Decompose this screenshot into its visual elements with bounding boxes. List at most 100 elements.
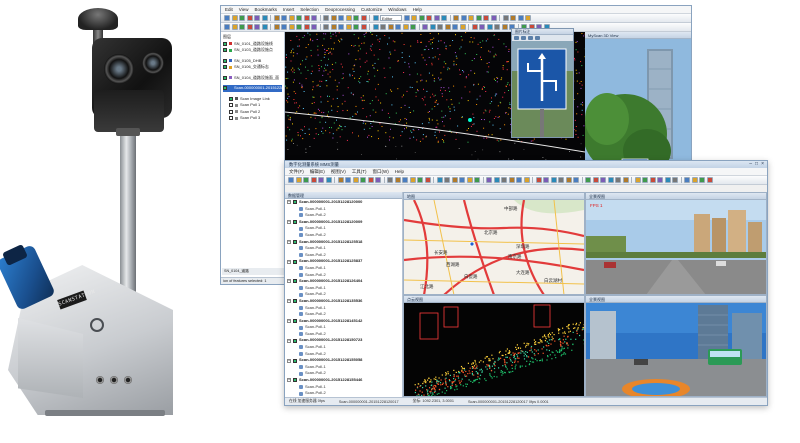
toolbar-button-icon[interactable] — [649, 177, 656, 183]
menu-item[interactable]: 编辑(E) — [310, 169, 325, 175]
sign-annotation-popup[interactable]: 图片标注 — [511, 28, 574, 138]
collapse-icon[interactable]: − — [287, 299, 291, 304]
tree-child[interactable]: Scan-Poll-2 — [285, 291, 402, 298]
toolbar-button-icon[interactable] — [459, 24, 466, 30]
toolbar-button-icon[interactable] — [261, 15, 268, 21]
toolbar-button-icon[interactable] — [543, 177, 549, 183]
toolbar-button-icon[interactable] — [525, 15, 531, 21]
toolbar-button-icon[interactable] — [303, 15, 310, 21]
toolbar-button-icon[interactable] — [360, 15, 367, 21]
toolbar-button-icon[interactable] — [516, 177, 522, 183]
minimize-icon[interactable]: – — [749, 161, 752, 168]
tree-child[interactable]: Scan-Poll-2 — [285, 331, 402, 338]
toolbar-button-icon[interactable] — [239, 15, 245, 21]
toolbar-button-icon[interactable] — [672, 177, 678, 183]
toolbar-button-icon[interactable] — [535, 177, 542, 183]
toolbar-button-icon[interactable] — [565, 177, 572, 183]
layer-checkbox[interactable] — [223, 48, 227, 53]
toolbar-button-icon[interactable] — [352, 177, 359, 183]
tree-group[interactable]: − Scan-000000001-20151228155058 — [285, 357, 402, 364]
toolbar-button-icon[interactable] — [510, 15, 516, 21]
toolbar-button-icon[interactable] — [367, 177, 374, 183]
toolbar-button-icon[interactable] — [338, 24, 344, 30]
tree-child[interactable]: Scan-Poll-2 — [285, 272, 402, 279]
toolbar-button-icon[interactable] — [402, 24, 409, 30]
toolbar-button-icon[interactable] — [288, 177, 294, 183]
menu-item[interactable]: Edit — [225, 7, 233, 12]
toolbar-button-icon[interactable] — [288, 24, 295, 30]
menu-item[interactable]: 视图(V) — [331, 169, 346, 175]
toolbar-button-icon[interactable] — [479, 24, 485, 30]
tree-child[interactable]: Scan-Poll-2 — [285, 370, 402, 377]
tree-checkbox[interactable] — [293, 239, 297, 244]
tree-checkbox[interactable] — [293, 338, 297, 343]
toolbar-button-icon[interactable] — [303, 177, 309, 183]
toolbar-button-icon[interactable] — [224, 24, 230, 30]
point-cloud-canvas-3d[interactable] — [404, 303, 584, 397]
point-cloud-view[interactable]: 点云视图 — [404, 295, 584, 397]
menu-item[interactable]: Help — [413, 7, 422, 12]
toolbar-button-icon[interactable] — [657, 177, 663, 183]
toolbar-button-icon[interactable] — [403, 15, 410, 21]
toolbar-button-icon[interactable] — [550, 177, 557, 183]
menu-item[interactable]: Insert — [283, 7, 294, 12]
collapse-icon[interactable]: − — [287, 259, 291, 264]
toolbar-button-icon[interactable] — [444, 177, 450, 183]
toolbar-button-icon[interactable] — [345, 15, 352, 21]
toolbar-button-icon[interactable] — [323, 15, 329, 21]
toolbar-button-icon[interactable] — [325, 177, 332, 183]
collapse-icon[interactable]: − — [287, 338, 291, 343]
toolbar-button-icon[interactable] — [684, 177, 690, 183]
maximize-icon[interactable]: □ — [755, 161, 758, 168]
menu-item[interactable]: Geoprocessing — [325, 7, 355, 12]
tree-child[interactable]: Scan-Poll-2 — [285, 390, 402, 397]
toolbar-button-icon[interactable] — [303, 24, 310, 30]
layer-checkbox[interactable] — [223, 75, 227, 80]
toolbar-button-icon[interactable] — [483, 15, 489, 21]
toolbar-button-icon[interactable] — [288, 15, 295, 21]
toolbar-button-icon[interactable] — [360, 177, 366, 183]
toolbar-button-icon[interactable] — [691, 177, 698, 183]
tree-child[interactable]: Scan-Poll-1 — [285, 265, 402, 272]
toolbar-button-icon[interactable] — [409, 177, 416, 183]
toolbar-button-icon[interactable] — [466, 177, 473, 183]
toolbar-button-icon[interactable] — [501, 177, 507, 183]
toolbar-button-icon[interactable] — [452, 24, 458, 30]
toolbar-button-icon[interactable] — [338, 15, 344, 21]
toolbar-button-icon[interactable] — [311, 24, 317, 30]
toolbar-button-icon[interactable] — [394, 177, 401, 183]
toolbar-button-icon[interactable] — [508, 177, 515, 183]
tree-checkbox[interactable] — [293, 378, 297, 383]
collapse-icon[interactable]: − — [287, 220, 291, 225]
toolbar-button-icon[interactable] — [433, 15, 440, 21]
pan-icon[interactable] — [528, 36, 533, 40]
toolbar-button-icon[interactable] — [418, 15, 425, 21]
toolbar-button-icon[interactable] — [310, 177, 317, 183]
toolbar-button-icon[interactable] — [318, 177, 324, 183]
menu-item[interactable]: Customize — [361, 7, 382, 12]
toolbar-button-icon[interactable] — [490, 15, 497, 21]
menu-item[interactable]: 工具(T) — [352, 169, 367, 175]
toolbar-button-icon[interactable] — [411, 15, 417, 21]
object-bounding-box[interactable] — [533, 304, 551, 327]
toolbar-button-icon[interactable] — [642, 177, 648, 183]
tree-checkbox[interactable] — [293, 279, 297, 284]
collapse-icon[interactable]: − — [287, 378, 291, 383]
front-panorama-view[interactable]: 全景视图 FPS 1 — [586, 193, 766, 294]
layer-checkbox[interactable] — [229, 116, 233, 121]
toolbar-button-icon[interactable] — [281, 15, 287, 21]
toolbar-button-icon[interactable] — [323, 24, 329, 30]
toolbar-button-icon[interactable] — [441, 15, 447, 21]
tree-checkbox[interactable] — [293, 299, 297, 304]
toolbar-button-icon[interactable] — [410, 24, 416, 30]
menu-item[interactable]: Windows — [388, 7, 406, 12]
road-map-canvas[interactable]: 中部路北京路深圳路南京路 长安路白瓷路 大连路 西湖路江北路 白云湖村 — [404, 200, 584, 294]
toolbar-button-icon[interactable] — [474, 177, 480, 183]
layer-checkbox[interactable] — [223, 41, 227, 46]
toolbar-button-icon[interactable] — [706, 177, 713, 183]
tree-child[interactable]: Scan-Poll-1 — [285, 364, 402, 371]
object-bounding-box[interactable] — [419, 312, 439, 339]
toolbar-button-icon[interactable] — [573, 177, 579, 183]
menu-item[interactable]: 文件(F) — [289, 169, 304, 175]
toolbar-button-icon[interactable] — [523, 177, 530, 183]
